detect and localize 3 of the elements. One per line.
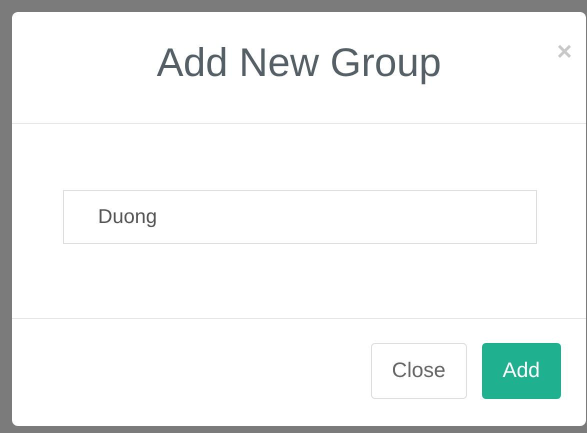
close-button[interactable]: Close [370, 342, 467, 398]
dialog-title: Add New Group [156, 41, 442, 86]
input-field[interactable]: Duong [63, 190, 537, 244]
